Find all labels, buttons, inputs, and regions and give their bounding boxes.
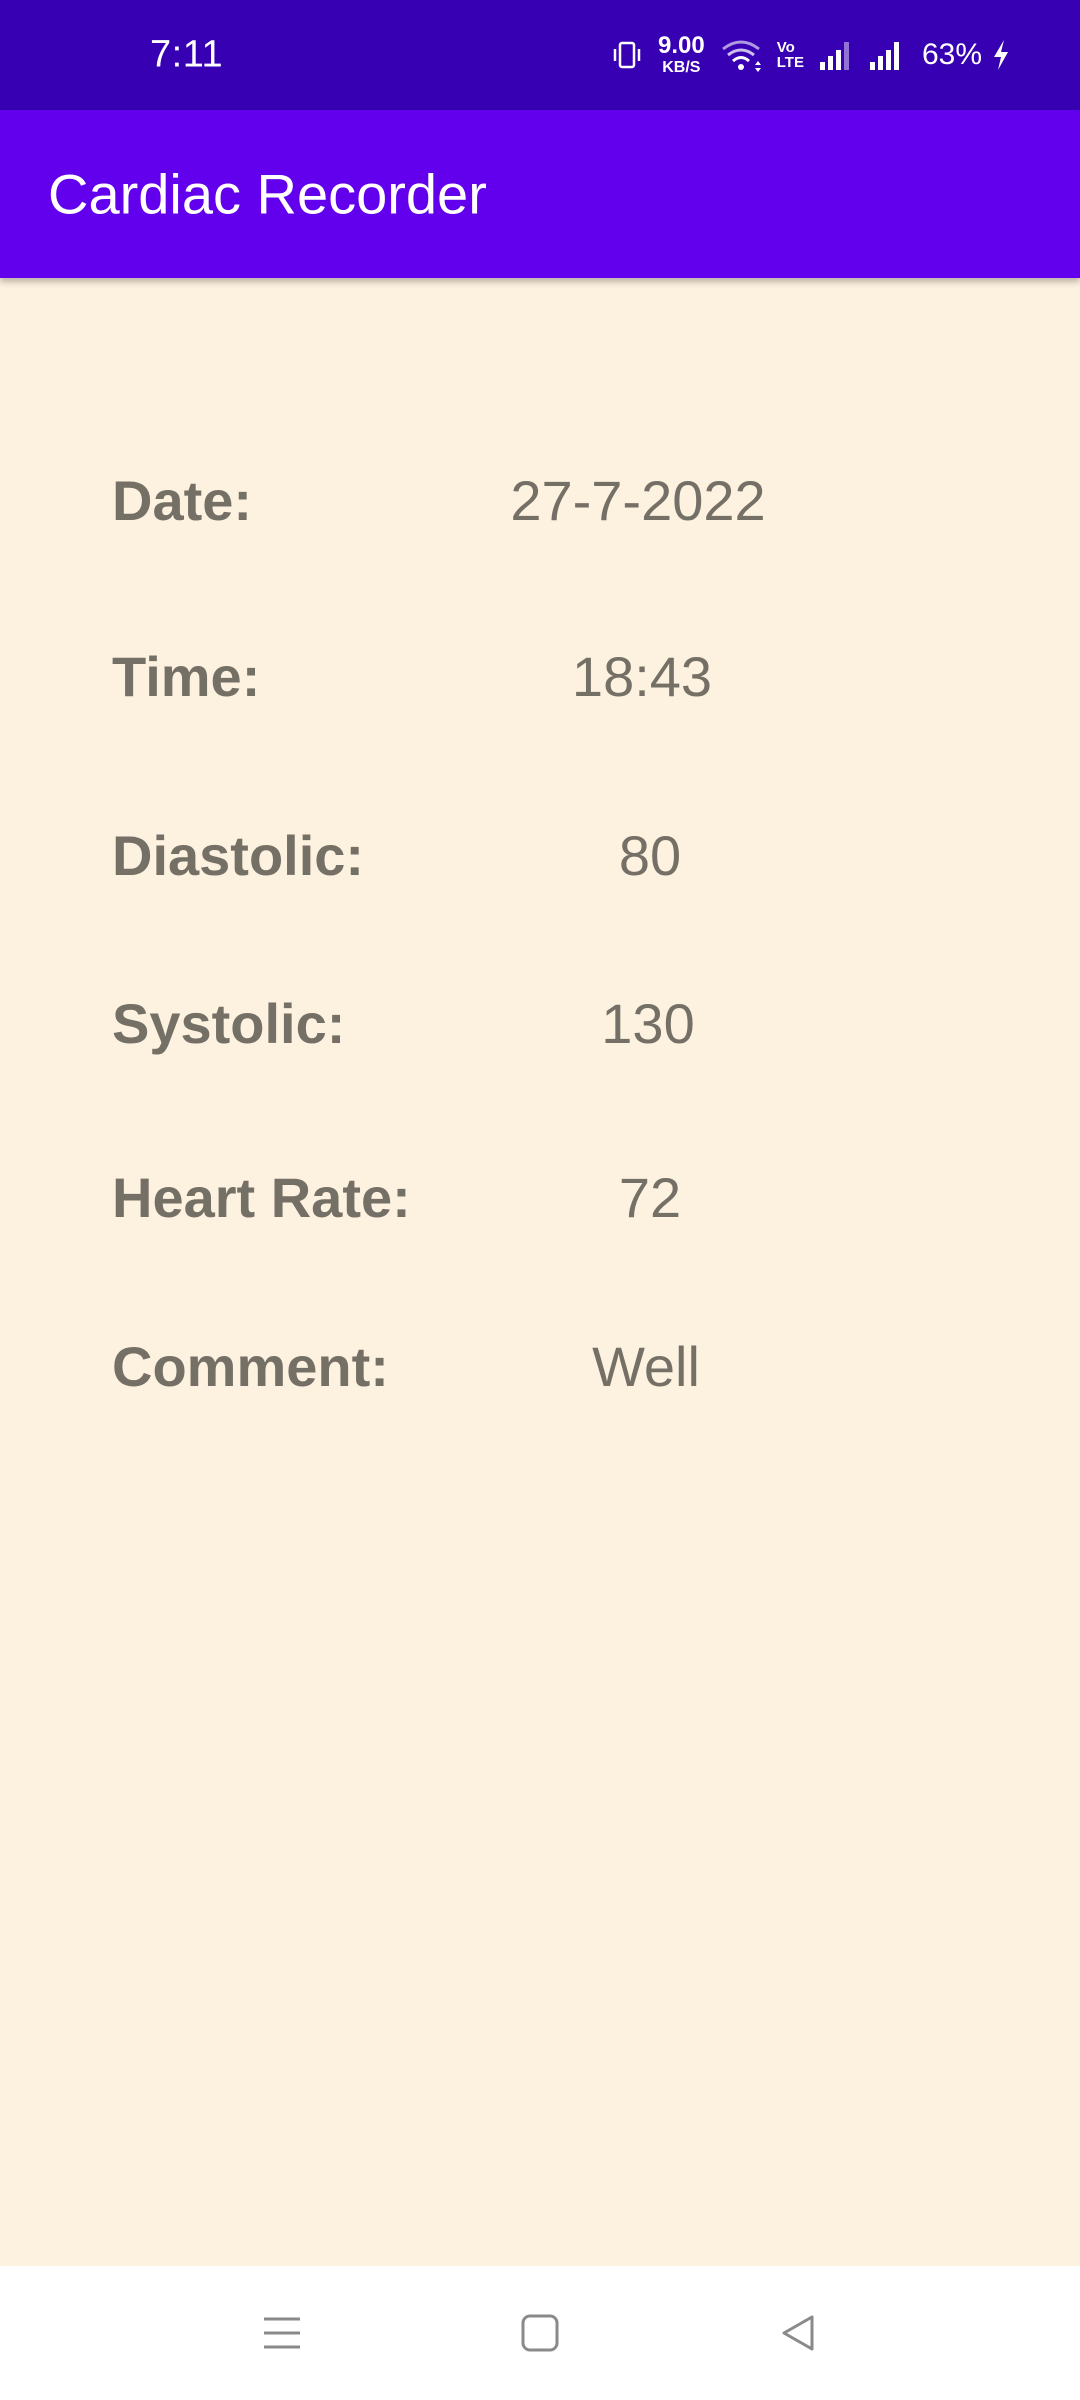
- home-icon[interactable]: [500, 2293, 580, 2373]
- menu-icon[interactable]: [242, 2293, 322, 2373]
- diastolic-row: Diastolic: 80: [0, 811, 1080, 901]
- heart-rate-row: Heart Rate: 72: [0, 1153, 1080, 1243]
- date-row: Date: 27-7-2022: [0, 456, 1080, 546]
- status-icons: 9.00 KB/S Vo LTE 63%: [610, 0, 1012, 110]
- status-bar: 7:11 9.00 KB/S Vo LTE 63%: [0, 0, 1080, 110]
- vibrate-icon: [610, 38, 644, 72]
- time-label: Time:: [112, 645, 261, 708]
- volte-top-text: Vo: [776, 39, 795, 56]
- charging-icon: [990, 38, 1012, 72]
- wifi-icon: [719, 37, 763, 73]
- time-row: Time: 18:43: [0, 632, 1080, 722]
- heart-rate-value: 72: [618, 1166, 682, 1229]
- app-title: Cardiac Recorder: [48, 162, 487, 226]
- systolic-row: Systolic: 130: [0, 979, 1080, 1069]
- battery-percent: 63%: [921, 38, 982, 71]
- app-bar: Cardiac Recorder: [0, 110, 1080, 278]
- comment-row: Comment: Well: [0, 1322, 1080, 1412]
- time-value: 18:43: [571, 645, 713, 708]
- network-speed-value: 9.00: [658, 32, 705, 59]
- systolic-value: 130: [601, 992, 695, 1055]
- navigation-bar: [0, 2266, 1080, 2400]
- signal-icon: [868, 38, 908, 72]
- heart-rate-label: Heart Rate:: [112, 1166, 411, 1229]
- volte-icon: Vo LTE: [777, 40, 804, 70]
- comment-value: Well: [592, 1335, 700, 1398]
- status-time: 7:11: [150, 33, 224, 76]
- comment-label: Comment:: [112, 1335, 389, 1398]
- network-speed: 9.00 KB/S: [658, 34, 705, 76]
- date-label: Date:: [112, 469, 253, 532]
- volte-bottom-text: LTE: [776, 54, 804, 71]
- signal-icon: [818, 38, 854, 72]
- network-speed-unit: KB/S: [662, 59, 701, 76]
- back-icon[interactable]: [758, 2293, 838, 2373]
- systolic-label: Systolic:: [112, 992, 346, 1055]
- diastolic-value: 80: [618, 824, 682, 887]
- date-value: 27-7-2022: [510, 469, 766, 532]
- diastolic-label: Diastolic:: [112, 824, 365, 887]
